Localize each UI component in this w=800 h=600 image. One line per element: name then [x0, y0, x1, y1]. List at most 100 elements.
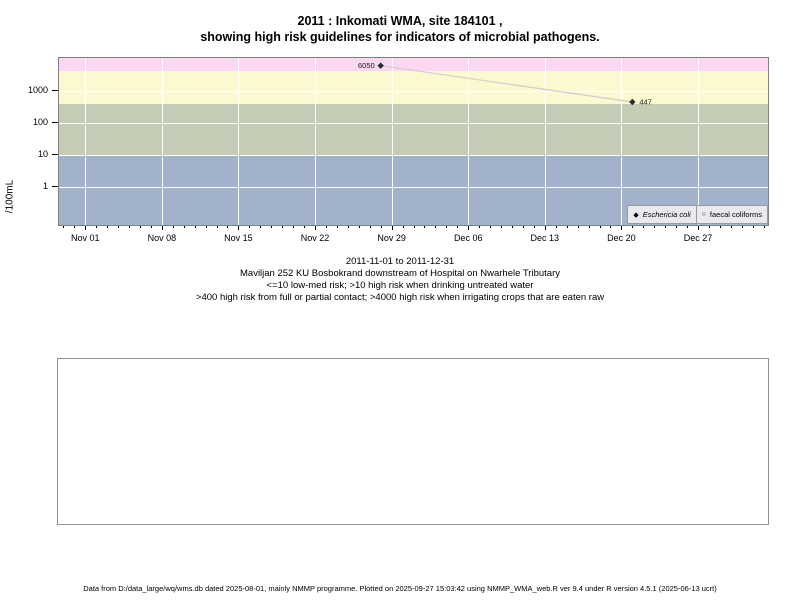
x-minor-tick	[763, 226, 765, 228]
x-minor-tick	[183, 226, 185, 228]
plot-panel: 6050 447 ◆ Eschericia coli ○ faecal colif…	[58, 57, 769, 226]
x-minor-tick	[380, 226, 382, 228]
x-tick	[697, 226, 699, 230]
x-tick-label: Nov 08	[147, 233, 177, 243]
x-minor-tick	[676, 226, 678, 228]
x-tick	[85, 226, 87, 230]
x-minor-tick	[369, 226, 371, 228]
x-tick	[621, 226, 623, 230]
caption-risk-contact: >400 high risk from full or partial cont…	[195, 292, 605, 303]
legend-item-ecoli: ◆ Eschericia coli	[628, 206, 697, 223]
x-minor-tick	[446, 226, 448, 228]
y-axis-title: /100mL	[4, 179, 16, 214]
x-minor-tick	[588, 226, 590, 228]
x-minor-tick	[490, 226, 492, 228]
x-minor-tick	[304, 226, 306, 228]
x-minor-tick	[74, 226, 76, 228]
x-tick-label: Dec 06	[453, 233, 483, 243]
x-minor-tick	[216, 226, 218, 228]
chart-legend: ◆ Eschericia coli ○ faecal coliforms	[627, 205, 768, 224]
x-minor-tick	[687, 226, 689, 228]
caption-site-description: Maviljan 252 KU Bosbokrand downstream of…	[240, 268, 560, 279]
x-tick-label: Nov 01	[70, 233, 100, 243]
figure: 2011 : Inkomati WMA, site 184101 , showi…	[0, 0, 800, 600]
data-point-marker	[629, 98, 636, 106]
data-point-label: 447	[639, 97, 652, 106]
x-minor-tick	[194, 226, 196, 228]
x-minor-tick	[643, 226, 645, 228]
x-tick-label: Nov 29	[377, 233, 406, 243]
x-minor-tick	[708, 226, 710, 228]
x-minor-tick	[129, 226, 131, 228]
x-minor-tick	[282, 226, 284, 228]
x-minor-tick	[260, 226, 262, 228]
y-tick-label: 10	[37, 148, 48, 159]
x-minor-tick	[325, 226, 327, 228]
x-minor-tick	[249, 226, 251, 228]
x-minor-tick	[336, 226, 338, 228]
y-tick-label: 100	[32, 116, 48, 127]
x-tick-label: Nov 22	[300, 233, 330, 243]
x-minor-tick	[533, 226, 535, 228]
legend-label-faecal-coliforms: faecal coliforms	[709, 210, 762, 219]
x-minor-tick	[358, 226, 360, 228]
x-minor-tick	[457, 226, 459, 228]
y-tick-label: 1	[42, 181, 48, 192]
x-minor-tick	[413, 226, 415, 228]
x-minor-tick	[118, 226, 120, 228]
x-minor-tick	[347, 226, 349, 228]
x-tick	[161, 226, 163, 230]
x-minor-tick	[741, 226, 743, 228]
sub-captions: 2011-11-01 to 2011-12-31 Maviljan 252 KU…	[0, 256, 800, 304]
x-minor-tick	[511, 226, 513, 228]
x-minor-tick	[205, 226, 207, 228]
x-tick	[238, 226, 240, 230]
x-tick	[391, 226, 393, 230]
x-minor-tick	[139, 226, 141, 228]
x-tick	[468, 226, 470, 230]
x-tick	[315, 226, 317, 230]
series-line	[380, 65, 633, 103]
x-minor-tick	[172, 226, 174, 228]
empty-panel	[57, 358, 769, 525]
y-tick-label: 1000	[27, 84, 48, 95]
x-minor-tick	[599, 226, 601, 228]
caption-risk-drinking: <=10 low-med risk; >10 high risk when dr…	[266, 280, 534, 291]
x-minor-tick	[566, 226, 568, 228]
caption-date-range: 2011-11-01 to 2011-12-31	[345, 256, 455, 267]
x-minor-tick	[227, 226, 229, 228]
filled-diamond-icon: ◆	[633, 211, 639, 219]
x-axis: Nov 01 Nov 08 Nov 15 Nov 22 Nov 29 Dec 06 Dec …	[59, 226, 768, 250]
x-tick-label: Dec 13	[530, 233, 560, 243]
x-minor-tick	[435, 226, 437, 228]
plot-area: 6050 447	[59, 58, 768, 225]
x-tick	[544, 226, 546, 230]
x-tick-label: Dec 27	[683, 233, 713, 243]
x-minor-tick	[271, 226, 273, 228]
x-minor-tick	[96, 226, 98, 228]
chart-title-line2: showing high risk guidelines for indicat…	[200, 30, 600, 44]
x-minor-tick	[555, 226, 557, 228]
x-minor-tick	[610, 226, 612, 228]
x-minor-tick	[402, 226, 404, 228]
footer-provenance: Data from D:/data_large/wq/wms.db dated …	[83, 584, 717, 593]
x-minor-tick	[577, 226, 579, 228]
x-minor-tick	[719, 226, 721, 228]
chart-title-line1: 2011 : Inkomati WMA, site 184101 ,	[297, 14, 503, 28]
data-point-label: 6050	[358, 61, 375, 70]
x-minor-tick	[479, 226, 481, 228]
x-minor-tick	[665, 226, 667, 228]
x-minor-tick	[107, 226, 109, 228]
x-minor-tick	[730, 226, 732, 228]
legend-item-faecal-coliforms: ○ faecal coliforms	[697, 206, 767, 223]
x-minor-tick	[632, 226, 634, 228]
x-minor-tick	[424, 226, 426, 228]
x-minor-tick	[752, 226, 754, 228]
x-minor-tick	[293, 226, 295, 228]
series-layer: 6050 447	[358, 61, 652, 106]
open-circle-icon: ○	[701, 211, 706, 218]
x-minor-tick	[150, 226, 152, 228]
x-minor-tick	[501, 226, 503, 228]
x-tick-label: Nov 15	[224, 233, 253, 243]
x-minor-tick	[63, 226, 65, 228]
